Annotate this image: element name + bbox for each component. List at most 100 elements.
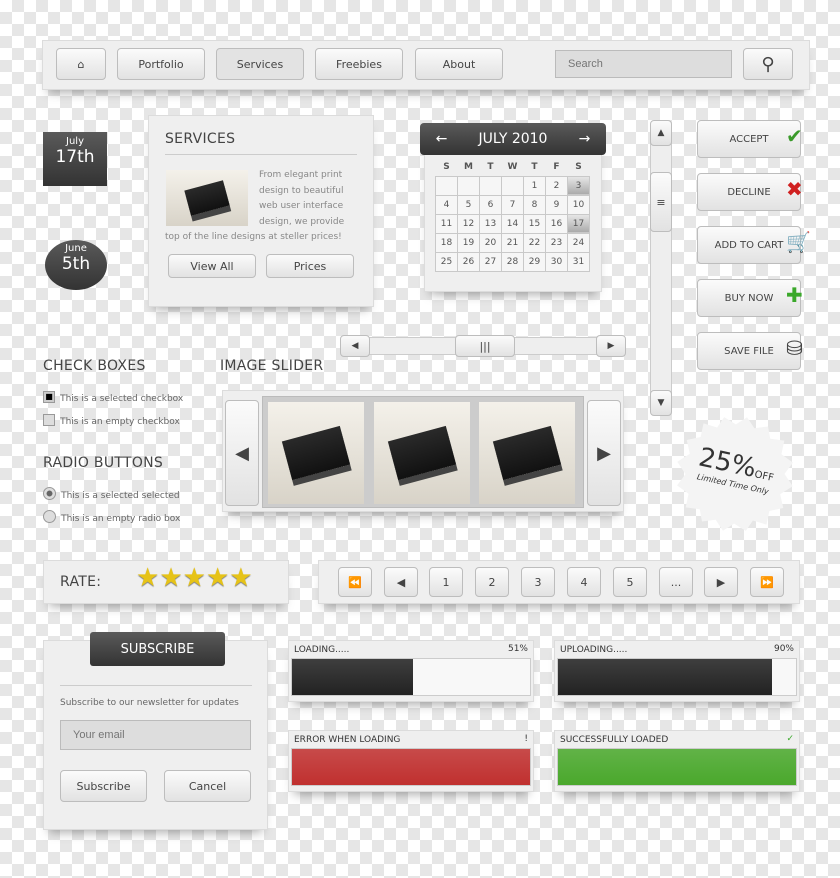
scroll-up-button[interactable]: ▲: [650, 120, 672, 146]
page-button[interactable]: 2: [475, 567, 509, 597]
star-icon[interactable]: ★: [206, 563, 229, 593]
weekday: F: [553, 161, 560, 172]
scroll-thumb[interactable]: ≡: [650, 172, 672, 232]
plus-icon: ✚: [786, 283, 803, 307]
calendar-day[interactable]: 22: [523, 232, 546, 253]
calendar-day[interactable]: [457, 175, 480, 196]
calendar-day[interactable]: [435, 175, 458, 196]
calendar-day[interactable]: 9: [545, 194, 568, 215]
slider-next-button[interactable]: ▶: [587, 400, 621, 506]
progress-value: ✓: [786, 734, 794, 744]
nav-freebies[interactable]: Freebies: [315, 48, 403, 80]
progress-label: SUCCESSFULLY LOADED: [560, 735, 669, 745]
page-button[interactable]: 1: [429, 567, 463, 597]
calendar-day[interactable]: 6: [479, 194, 502, 215]
home-button[interactable]: ⌂: [56, 48, 106, 80]
slide-image[interactable]: [268, 402, 364, 504]
search-input[interactable]: [555, 50, 732, 78]
radio-selected[interactable]: This is a selected selected: [43, 483, 180, 502]
star-icon[interactable]: ★: [159, 563, 182, 593]
calendar-day[interactable]: 17: [567, 213, 590, 234]
calendar-day[interactable]: 20: [479, 232, 502, 253]
search-button[interactable]: ⚲: [743, 48, 793, 80]
star-rating[interactable]: ★★★★★: [136, 563, 253, 593]
star-icon[interactable]: ★: [229, 563, 252, 593]
weekday: W: [507, 161, 518, 172]
cancel-button[interactable]: Cancel: [164, 770, 251, 802]
progress-value: 90%: [773, 644, 794, 654]
calendar-day[interactable]: 5: [457, 194, 480, 215]
nav-about[interactable]: About: [415, 48, 503, 80]
horizontal-thumb[interactable]: |||: [455, 335, 515, 357]
calendar-day[interactable]: 24: [567, 232, 590, 253]
progress-fill: [558, 659, 773, 695]
progress-bar: [557, 658, 797, 696]
weekday: M: [464, 161, 473, 172]
calendar-day[interactable]: 8: [523, 194, 546, 215]
prices-button[interactable]: Prices: [266, 254, 354, 278]
slide-image[interactable]: [479, 402, 575, 504]
calendar-day[interactable]: 21: [501, 232, 524, 253]
calendar-day[interactable]: 13: [479, 213, 502, 234]
calendar-day[interactable]: 29: [523, 251, 546, 272]
calendar-day[interactable]: 30: [545, 251, 568, 272]
calendar-day[interactable]: 23: [545, 232, 568, 253]
slide-image[interactable]: [374, 402, 470, 504]
page-button[interactable]: 3: [521, 567, 555, 597]
calendar-day[interactable]: 15: [523, 213, 546, 234]
calendar-day[interactable]: [479, 175, 502, 196]
calendar-day[interactable]: 11: [435, 213, 458, 234]
calendar-day[interactable]: 31: [567, 251, 590, 272]
calendar-day[interactable]: 10: [567, 194, 590, 215]
scroll-right-button[interactable]: ▶: [596, 335, 626, 357]
email-input[interactable]: [60, 720, 251, 750]
radio-empty[interactable]: This is an empty radio box: [43, 506, 180, 525]
star-icon[interactable]: ★: [136, 563, 159, 593]
page-button[interactable]: 4: [567, 567, 601, 597]
prev-month-icon[interactable]: ←: [436, 131, 448, 147]
calendar-day[interactable]: 3: [567, 175, 590, 196]
star-icon[interactable]: ★: [183, 563, 206, 593]
calendar-day[interactable]: 18: [435, 232, 458, 253]
calendar-day[interactable]: 1: [523, 175, 546, 196]
page-button[interactable]: ...: [659, 567, 693, 597]
calendar-day[interactable]: 19: [457, 232, 480, 253]
calendar-day[interactable]: [501, 175, 524, 196]
calendar-day[interactable]: 27: [479, 251, 502, 272]
last-page-button[interactable]: ⏩: [750, 567, 784, 597]
slider-prev-button[interactable]: ◀: [225, 400, 259, 506]
checkbox-empty[interactable]: This is an empty checkbox: [43, 409, 180, 428]
calendar-title: JULY 2010: [478, 131, 548, 147]
calendar-day[interactable]: 28: [501, 251, 524, 272]
calendar-day[interactable]: 7: [501, 194, 524, 215]
view-all-button[interactable]: View All: [168, 254, 256, 278]
calendar-day[interactable]: 25: [435, 251, 458, 272]
first-page-button[interactable]: ⏪: [338, 567, 372, 597]
checkbox-selected[interactable]: ■ This is a selected checkbox: [43, 386, 183, 405]
next-month-icon[interactable]: →: [579, 131, 591, 147]
calendar-day[interactable]: 12: [457, 213, 480, 234]
vertical-scrollbar[interactable]: [650, 120, 672, 416]
calendar-day[interactable]: 4: [435, 194, 458, 215]
page-button[interactable]: 5: [613, 567, 647, 597]
discount-off: OFF: [753, 469, 775, 484]
scroll-down-button[interactable]: ▼: [650, 390, 672, 416]
nav-portfolio[interactable]: Portfolio: [117, 48, 205, 80]
radio-label: This is an empty radio box: [61, 514, 181, 524]
progress-label: LOADING.....: [294, 645, 350, 655]
subscribe-button[interactable]: Subscribe: [60, 770, 147, 802]
services-text: From elegant print design to beautiful w…: [165, 170, 345, 242]
next-page-button[interactable]: ▶: [704, 567, 738, 597]
date-day: 17th: [55, 147, 95, 167]
home-icon: ⌂: [77, 57, 85, 71]
calendar-day[interactable]: 14: [501, 213, 524, 234]
checkboxes-title: CHECK BOXES: [43, 358, 146, 374]
calendar-day[interactable]: 2: [545, 175, 568, 196]
date-month: June: [65, 243, 87, 254]
calendar-day[interactable]: 16: [545, 213, 568, 234]
scroll-left-button[interactable]: ◀: [340, 335, 370, 357]
nav-services[interactable]: Services: [216, 48, 304, 80]
calendar-header: ← JULY 2010 →: [420, 123, 606, 155]
calendar-day[interactable]: 26: [457, 251, 480, 272]
prev-page-button[interactable]: ◀: [384, 567, 418, 597]
